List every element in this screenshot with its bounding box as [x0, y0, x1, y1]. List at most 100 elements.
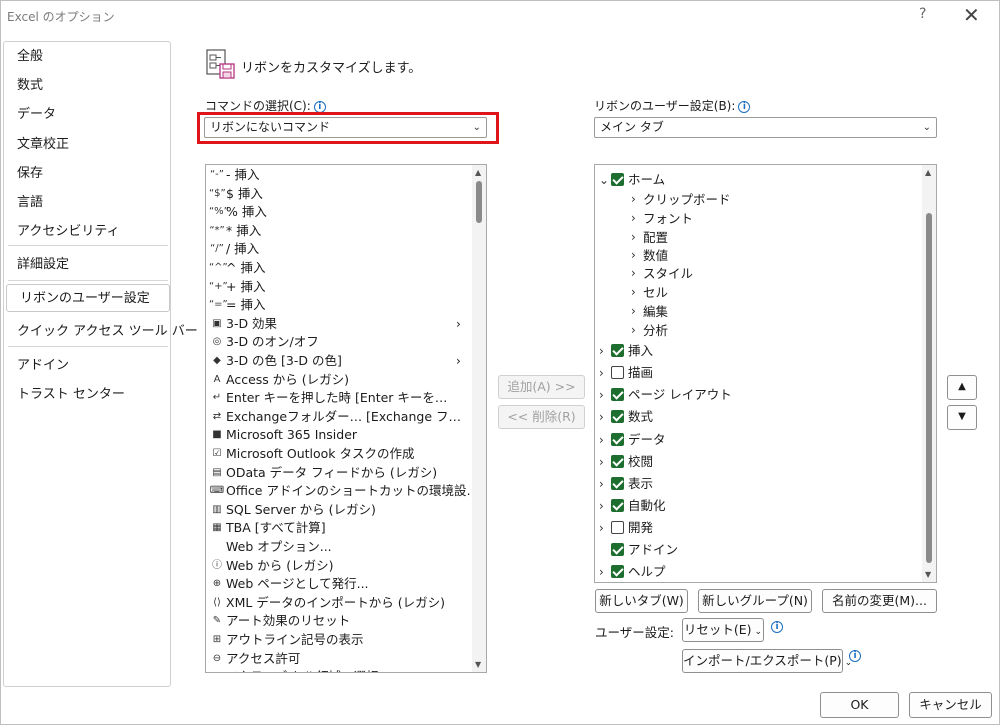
expand-chevron-icon[interactable]: › [599, 384, 604, 406]
nav-item-trust-center[interactable]: トラスト センター [4, 381, 170, 409]
nav-item-accessibility[interactable]: アクセシビリティ [4, 218, 170, 246]
command-list-item[interactable]: ▤ OData データ フィードから (レガシ) [206, 464, 472, 483]
command-list-item[interactable]: ↵ Enter キーを押した時 [Enter キーを… [206, 389, 472, 408]
move-up-button[interactable]: ▲ [947, 375, 977, 400]
tab-checkbox[interactable] [611, 344, 624, 357]
ribbon-group-item[interactable]: › 配置 [595, 228, 915, 247]
ribbon-tab-item[interactable]: › 挿入 [595, 340, 915, 362]
command-list-item[interactable]: ▢アクティブ セル領域の選択 [206, 668, 472, 672]
choose-commands-select[interactable]: リボンにないコマンド ⌄ [204, 117, 487, 138]
new-group-button[interactable]: 新しいグループ(N) [698, 589, 812, 613]
expand-chevron-icon[interactable]: › [599, 473, 604, 495]
command-list-item[interactable]: ⓘ Web から (レガシ) [206, 557, 472, 576]
tab-checkbox[interactable] [611, 543, 624, 556]
command-list-item[interactable]: ✎ アート効果のリセット [206, 612, 472, 631]
import-export-dropdown-button[interactable]: インポート/エクスポート(P) ⌄ [682, 649, 852, 673]
rename-button[interactable]: 名前の変更(M)... [822, 589, 937, 613]
command-list-item[interactable]: ◎ 3-D のオン/オフ [206, 333, 472, 352]
command-list-item[interactable]: ▦ TBA [すべて計算] [206, 519, 472, 538]
expand-chevron-icon[interactable]: › [599, 561, 604, 582]
ribbon-tab-item[interactable]: › 数式 [595, 406, 915, 428]
ribbon-group-item[interactable]: › セル [595, 283, 915, 302]
command-list-item[interactable]: “%”% 挿入 [206, 203, 472, 222]
command-list-item[interactable]: ⟨⟩ XML データのインポートから (レガシ) [206, 594, 472, 613]
nav-item-advanced[interactable]: 詳細設定 [4, 251, 170, 279]
tab-checkbox[interactable] [611, 366, 624, 379]
scroll-up-icon[interactable]: ▲ [475, 168, 481, 177]
expand-chevron-icon[interactable]: › [599, 451, 604, 473]
scroll-up-icon[interactable]: ▲ [925, 168, 931, 177]
ribbon-group-item[interactable]: › フォント [595, 209, 915, 228]
command-list-item[interactable]: “=” = 挿入 [206, 296, 472, 315]
commands-scrollbar[interactable]: ▲ ▼ [472, 165, 486, 672]
nav-item-customize-ribbon[interactable]: リボンのユーザー設定 [6, 284, 170, 312]
command-list-item[interactable]: Web オプション... [206, 538, 472, 557]
command-list-item[interactable]: “$” $ 挿入 [206, 185, 472, 204]
ribbon-group-item[interactable]: › 分析 [595, 321, 915, 340]
command-list-item[interactable]: ▥ SQL Server から (レガシ) [206, 501, 472, 520]
command-list-item[interactable]: ⌨ Office アドインのショートカットの環境設… [206, 482, 479, 501]
expand-chevron-icon[interactable]: › [599, 429, 604, 451]
nav-item-proofing[interactable]: 文章校正 [4, 131, 170, 159]
info-icon[interactable]: i [313, 101, 326, 113]
expand-chevron-icon[interactable]: › [599, 517, 604, 539]
command-list-item[interactable]: “-” - 挿入 [206, 166, 472, 185]
info-icon[interactable]: i [771, 621, 783, 633]
ribbon-tab-item[interactable]: › 校閲 [595, 451, 915, 473]
scroll-down-icon[interactable]: ▼ [925, 570, 931, 579]
command-list-item[interactable]: ■ Microsoft 365 Insider [206, 426, 472, 445]
tab-checkbox[interactable] [611, 499, 624, 512]
tab-checkbox[interactable] [611, 521, 624, 534]
new-tab-button[interactable]: 新しいタブ(W) [595, 589, 688, 613]
expand-chevron-icon[interactable]: › [599, 495, 604, 517]
scroll-thumb[interactable] [476, 181, 482, 223]
command-list-item[interactable]: “/” / 挿入 [206, 240, 472, 259]
add-button[interactable]: 追加(A) >> [498, 375, 585, 399]
ribbon-group-item[interactable]: › 数値 [595, 246, 915, 265]
tab-checkbox[interactable] [611, 433, 624, 446]
ribbon-tab-item[interactable]: › 開発 [595, 517, 915, 539]
expand-chevron-icon[interactable]: › [631, 283, 636, 302]
info-icon[interactable]: i [849, 650, 861, 662]
command-list-item[interactable]: ▣ 3-D 効果 › [206, 315, 472, 334]
expand-chevron-icon[interactable]: › [631, 190, 636, 209]
ok-button[interactable]: OK [820, 692, 899, 718]
command-list-item[interactable]: A Access から (レガシ) [206, 371, 472, 390]
nav-item-save[interactable]: 保存 [4, 160, 170, 188]
ribbon-tabs-select[interactable]: メイン タブ ⌄ [594, 117, 937, 138]
ribbon-tab-item[interactable]: アドイン [595, 539, 915, 561]
nav-item-language[interactable]: 言語 [4, 189, 170, 217]
help-icon[interactable]: ? [919, 6, 926, 22]
command-list-item[interactable]: ☑ Microsoft Outlook タスクの作成 [206, 445, 472, 464]
expand-chevron-icon[interactable]: › [631, 321, 636, 340]
tab-checkbox[interactable] [611, 477, 624, 490]
expand-chevron-icon[interactable]: › [631, 228, 636, 247]
nav-item-data[interactable]: データ [4, 101, 170, 129]
tab-checkbox[interactable] [611, 388, 624, 401]
command-list-item[interactable]: ⇄ Exchangeフォルダー… [Exchange フ… [206, 408, 472, 427]
expand-chevron-icon[interactable]: › [631, 209, 636, 228]
command-list-item[interactable]: “^” ^ 挿入 [206, 259, 472, 278]
nav-item-quick-access-toolbar[interactable]: クイック アクセス ツール バー [4, 318, 198, 346]
move-down-button[interactable]: ▼ [947, 405, 977, 430]
nav-item-formulas[interactable]: 数式 [4, 72, 170, 100]
tab-checkbox[interactable] [611, 565, 624, 578]
commands-list[interactable]: “-” - 挿入 “$” $ 挿入 “%”% 挿入 “*” * 挿入 “/” / 挿入 “^” ^ … [205, 164, 487, 673]
info-icon[interactable]: i [738, 101, 751, 113]
scroll-thumb[interactable] [926, 213, 932, 563]
command-list-item[interactable]: “+” + 挿入 [206, 278, 472, 297]
expand-chevron-icon[interactable]: › [599, 362, 604, 384]
expand-chevron-icon[interactable]: › [599, 340, 604, 362]
scroll-down-icon[interactable]: ▼ [475, 660, 481, 669]
ribbon-tab-item[interactable]: › 描画 [595, 362, 915, 384]
ribbon-group-item[interactable]: › クリップボード [595, 190, 915, 209]
close-icon[interactable]: ✕ [963, 3, 980, 27]
ribbon-tab-item[interactable]: › 自動化 [595, 495, 915, 517]
reset-dropdown-button[interactable]: リセット(E) ⌄ [682, 618, 764, 642]
cancel-button[interactable]: キャンセル [909, 692, 992, 718]
collapse-chevron-icon[interactable]: ⌄ [599, 169, 609, 191]
tab-checkbox[interactable] [611, 410, 624, 423]
expand-chevron-icon[interactable]: › [599, 406, 604, 428]
ribbon-tab-item[interactable]: › データ [595, 429, 915, 451]
command-list-item[interactable]: ⊕ Web ページとして発行... [206, 575, 472, 594]
